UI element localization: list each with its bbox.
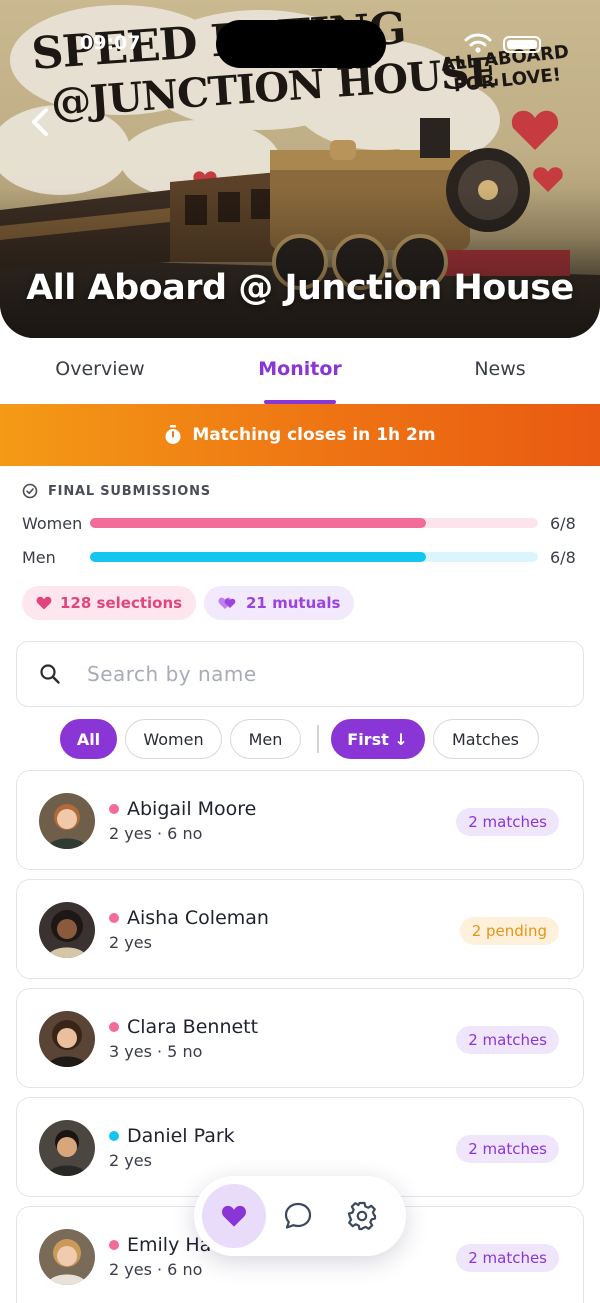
search-input[interactable] — [87, 662, 527, 686]
participant-stats: 2 yes — [109, 1151, 152, 1170]
gender-dot — [109, 1131, 119, 1141]
status-badge: 2 pending — [459, 917, 559, 945]
men-progress-fill — [90, 552, 426, 562]
mutuals-chip: 21 mutuals — [204, 586, 355, 620]
wifi-icon — [464, 33, 492, 53]
hero-gradient-overlay — [0, 188, 600, 338]
tab-overview-label: Overview — [55, 358, 145, 380]
status-badge: 2 matches — [456, 1026, 559, 1054]
status-time: 09:07 — [80, 32, 141, 54]
check-circle-icon — [22, 483, 38, 499]
nav-chat-button[interactable] — [266, 1184, 330, 1248]
men-label: Men — [22, 547, 56, 567]
tab-news-label: News — [474, 358, 526, 380]
avatar — [39, 793, 95, 849]
mutuals-count: 21 mutuals — [246, 594, 341, 612]
women-progress-track — [90, 518, 538, 528]
bottom-nav — [194, 1176, 406, 1256]
men-submission-row: Men 6/8 — [22, 547, 582, 567]
gender-dot — [109, 1240, 119, 1250]
heart-icon — [36, 596, 52, 610]
status-badge: 2 matches — [456, 1244, 559, 1272]
participant-name: Abigail Moore — [127, 798, 257, 820]
avatar — [39, 902, 95, 958]
gender-dot — [109, 913, 119, 923]
women-count: 6/8 — [550, 513, 576, 533]
participant-stats: 3 yes · 5 no — [109, 1042, 203, 1061]
tab-monitor-label: Monitor — [258, 358, 342, 380]
participant-name: Daniel Park — [127, 1125, 235, 1147]
matching-countdown-banner: Matching closes in 1h 2m — [0, 404, 600, 466]
filter-bar: All Women Men First ↓ Matches — [60, 718, 547, 760]
settings-gear-icon — [347, 1201, 377, 1231]
participant-name: Aisha Coleman — [127, 907, 269, 929]
gender-dot — [109, 1022, 119, 1032]
status-badge: 2 matches — [456, 808, 559, 836]
participant-card[interactable]: Clara Bennett 3 yes · 5 no 2 matches — [16, 988, 584, 1088]
camera-notch — [216, 20, 386, 68]
tab-bar: Overview Monitor News — [0, 338, 600, 404]
filter-matches-pill[interactable]: Matches — [432, 719, 539, 759]
selections-count: 128 selections — [60, 594, 183, 612]
women-submission-row: Women 6/8 — [22, 513, 582, 533]
avatar — [39, 1011, 95, 1067]
stopwatch-icon — [165, 425, 181, 444]
filter-divider — [317, 725, 319, 753]
participant-name: Emily Ha — [127, 1234, 212, 1256]
heart-icon — [222, 1205, 246, 1227]
filter-all-pill[interactable]: All — [60, 719, 117, 759]
back-arrow-icon[interactable] — [24, 104, 56, 140]
participant-card[interactable]: Abigail Moore 2 yes · 6 no 2 matches — [16, 770, 584, 870]
search-icon — [40, 664, 60, 684]
final-submissions-title: FINAL SUBMISSIONS — [48, 483, 211, 499]
filter-women-pill[interactable]: Women — [125, 719, 222, 759]
sort-first-pill[interactable]: First ↓ — [330, 719, 425, 759]
tab-overview[interactable]: Overview — [0, 338, 200, 404]
tab-news[interactable]: News — [400, 338, 600, 404]
men-progress-track — [90, 552, 538, 562]
men-count: 6/8 — [550, 547, 576, 567]
filter-men-pill[interactable]: Men — [230, 719, 301, 759]
event-title: All Aboard @ Junction House — [26, 268, 574, 308]
avatar — [39, 1229, 95, 1285]
participant-stats: 2 yes · 6 no — [109, 1260, 203, 1279]
participant-name: Clara Bennett — [127, 1016, 259, 1038]
countdown-text: Matching closes in 1h 2m — [192, 425, 436, 445]
double-heart-icon — [218, 597, 236, 609]
participant-card[interactable]: Aisha Coleman 2 yes 2 pending — [16, 879, 584, 979]
battery-icon — [503, 36, 541, 53]
gender-dot — [109, 804, 119, 814]
women-progress-fill — [90, 518, 426, 528]
status-badge: 2 matches — [456, 1135, 559, 1163]
tab-monitor[interactable]: Monitor — [200, 338, 400, 404]
chat-bubble-icon — [284, 1202, 312, 1229]
participant-stats: 2 yes — [109, 933, 152, 952]
final-submissions-header: FINAL SUBMISSIONS — [22, 483, 211, 499]
women-label: Women — [22, 513, 83, 533]
participant-stats: 2 yes · 6 no — [109, 824, 203, 843]
selections-chip: 128 selections — [22, 586, 197, 620]
nav-heart-button[interactable] — [202, 1184, 266, 1248]
avatar — [39, 1120, 95, 1176]
nav-settings-button[interactable] — [330, 1184, 394, 1248]
search-box — [16, 641, 584, 707]
